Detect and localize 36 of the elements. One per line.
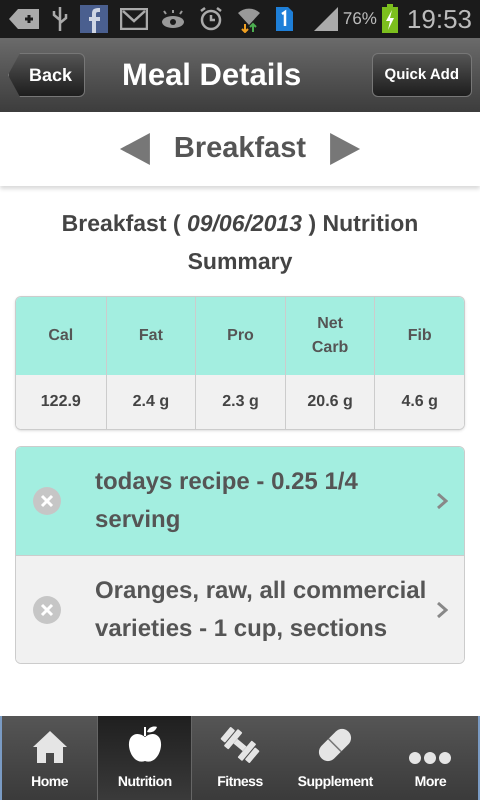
food-entry-label: Oranges, raw, all commercial varieties - 1 cup, sections <box>95 576 428 644</box>
screen-title: Meal Details <box>122 56 302 94</box>
food-entry-label: todays recipe - 0.25 1/4 serving <box>95 467 359 535</box>
battery-charging-icon <box>380 4 399 34</box>
quick-add-button[interactable]: Quick Add <box>372 53 472 97</box>
mail-icon <box>120 8 148 30</box>
tab-item[interactable]: More <box>382 716 478 800</box>
social-f-icon <box>80 5 108 33</box>
signal-icon <box>312 6 339 32</box>
chevron-right-icon <box>436 600 448 618</box>
food-entry[interactable]: todays recipe - 0.25 1/4 serving <box>16 447 464 555</box>
table-cell: 2.3 g <box>195 375 285 429</box>
eye-icon <box>160 9 186 29</box>
tab-item[interactable]: Fitness <box>192 716 288 800</box>
food-entry[interactable]: Oranges, raw, all commercial varieties - 1 cup, sections <box>16 555 464 663</box>
house-icon <box>30 729 69 765</box>
add-tag-icon <box>8 8 40 30</box>
dumbbell-icon <box>218 725 261 765</box>
back-button[interactable]: Back <box>8 53 86 97</box>
table-cell: 20.6 g <box>284 375 374 429</box>
table-cell: 2.4 g <box>106 375 196 429</box>
more-icon <box>408 751 452 765</box>
usb-icon <box>52 6 68 32</box>
table-cell: 4.6 g <box>374 375 464 429</box>
clock-time: 19:53 <box>406 2 472 36</box>
tab-item[interactable]: Nutrition <box>97 716 192 800</box>
column-header: Cal <box>47 326 74 346</box>
meal-name: Breakfast <box>174 131 306 166</box>
battery-percentage: 76% <box>342 8 377 30</box>
sim-card-icon <box>274 6 294 32</box>
tab-item[interactable]: Supplement <box>288 716 383 800</box>
summary-title: Breakfast ( 09/06/2013 ) Nutrition Summary <box>62 210 418 274</box>
tab-item[interactable]: Home <box>2 716 98 800</box>
chevron-right-icon <box>436 492 448 510</box>
table-cell-text: 122.9 <box>40 392 82 412</box>
alarm-clock-icon <box>198 6 224 32</box>
